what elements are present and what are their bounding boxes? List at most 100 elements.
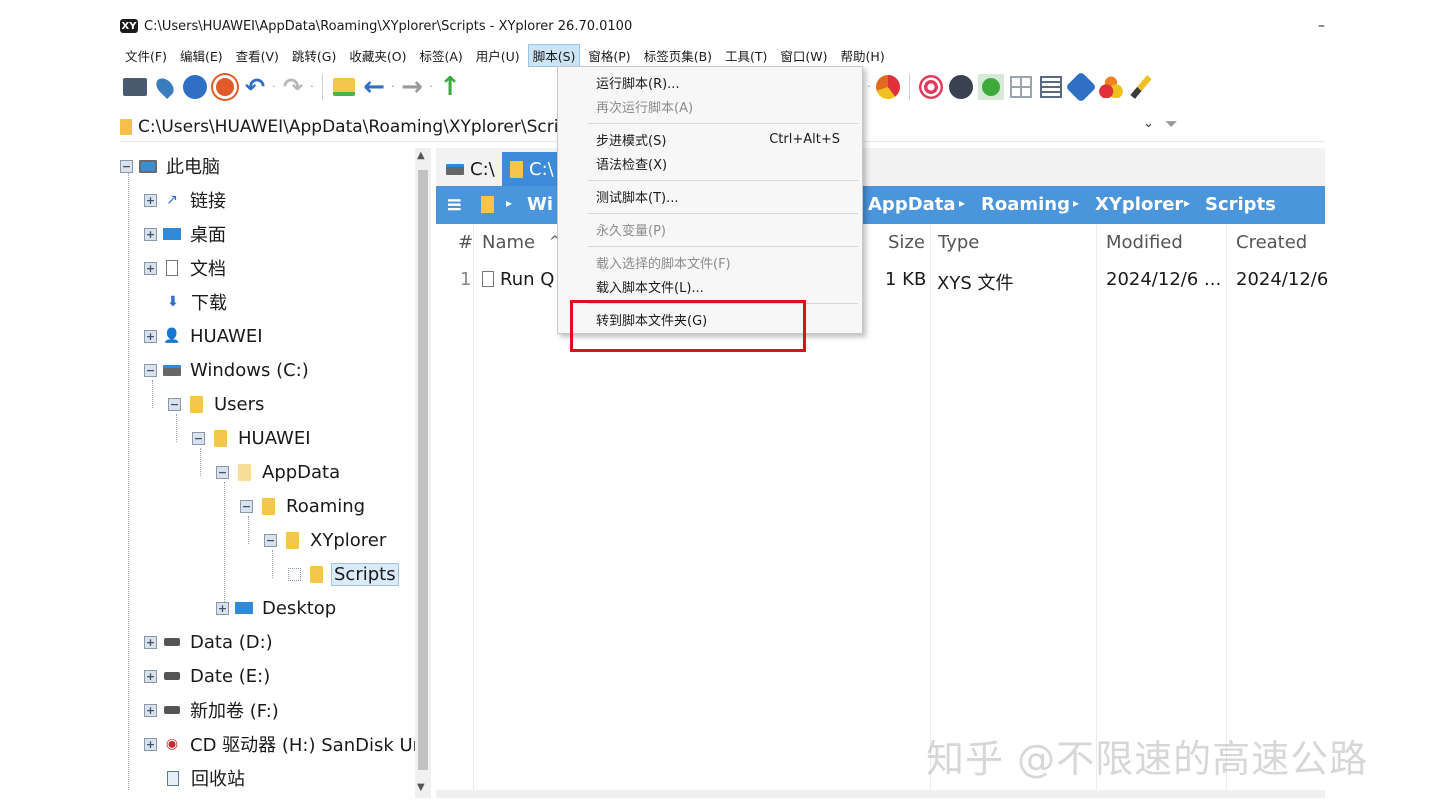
expand-icon[interactable]: + bbox=[144, 261, 157, 275]
column-type[interactable]: Type bbox=[938, 232, 979, 253]
expand-icon[interactable]: + bbox=[144, 669, 157, 683]
horizontal-scrollbar[interactable] bbox=[436, 790, 1325, 798]
chevron-down-icon[interactable]: ⌄ bbox=[1143, 116, 1154, 131]
details-view-icon[interactable] bbox=[1036, 72, 1066, 102]
tree-item-drive-f[interactable]: + 新加卷 (F:) bbox=[144, 696, 282, 724]
tree-item-links[interactable]: + ↗ 链接 bbox=[144, 186, 229, 214]
computer-icon[interactable] bbox=[120, 72, 150, 102]
location-pin-icon[interactable] bbox=[150, 72, 180, 102]
tree-item-xyplorer[interactable]: − XYplorer bbox=[264, 526, 389, 554]
tree-item-label[interactable]: 回收站 bbox=[188, 765, 248, 791]
tree-icon[interactable] bbox=[976, 72, 1006, 102]
tree-item-label[interactable]: 新加卷 (F:) bbox=[187, 697, 282, 723]
tree-item-label-selected[interactable]: Scripts bbox=[331, 562, 399, 586]
menu-go[interactable]: 跳转(G) bbox=[287, 44, 341, 67]
column-name[interactable]: Name bbox=[482, 232, 535, 253]
menu-user[interactable]: 用户(U) bbox=[471, 44, 525, 67]
collapse-icon[interactable]: − bbox=[264, 533, 277, 547]
tree-item-label[interactable]: 此电脑 bbox=[163, 153, 223, 179]
tree-item-label[interactable]: XYplorer bbox=[307, 530, 389, 551]
grid-view-icon[interactable] bbox=[1006, 72, 1036, 102]
tree-item-label[interactable]: Date (E:) bbox=[187, 666, 273, 687]
menu-item-run-script[interactable]: 运行脚本(R)... bbox=[596, 72, 856, 92]
tree-item-label[interactable]: 链接 bbox=[187, 187, 229, 213]
column-index[interactable]: # bbox=[458, 232, 473, 253]
dark-mode-icon[interactable] bbox=[946, 72, 976, 102]
minimize-button[interactable]: – bbox=[1309, 18, 1325, 34]
tree-item-roaming[interactable]: − Roaming bbox=[240, 492, 368, 520]
filter-icon[interactable]: ⏷ bbox=[1165, 114, 1178, 134]
tree-item-drive-h[interactable]: + ◉ CD 驱动器 (H:) SanDisk Ur bbox=[144, 730, 415, 758]
tree-item-label[interactable]: 下载 bbox=[188, 289, 230, 315]
undo-icon[interactable]: ↶ bbox=[240, 72, 270, 102]
redo-dropdown-icon[interactable]: · bbox=[308, 82, 316, 93]
collapse-icon[interactable]: − bbox=[168, 397, 181, 411]
breadcrumb-item[interactable]: Scripts bbox=[1205, 194, 1276, 215]
forward-dropdown-icon[interactable]: · bbox=[427, 82, 435, 93]
tree-item-user-huawei[interactable]: + 👤 HUAWEI bbox=[144, 322, 266, 350]
tree-item-desktop[interactable]: + 桌面 bbox=[144, 220, 229, 248]
menu-help[interactable]: 帮助(H) bbox=[836, 44, 890, 67]
menu-item-load-script-file[interactable]: 载入脚本文件(L)... bbox=[596, 276, 856, 296]
collapse-icon[interactable]: − bbox=[216, 465, 229, 479]
tree-item-documents[interactable]: + 文档 bbox=[144, 254, 229, 282]
undo-dropdown-icon[interactable]: · bbox=[270, 82, 278, 93]
tab-current[interactable]: C:\ bbox=[502, 152, 562, 186]
history-circle-icon[interactable] bbox=[210, 72, 240, 102]
collapse-icon[interactable]: − bbox=[240, 499, 253, 513]
menu-scripting[interactable]: 脚本(S) bbox=[527, 43, 581, 67]
search-circle-icon[interactable] bbox=[180, 72, 210, 102]
collapse-icon[interactable]: − bbox=[144, 363, 157, 377]
collapse-icon[interactable]: − bbox=[192, 431, 205, 445]
tree-item-label[interactable]: 桌面 bbox=[187, 221, 229, 247]
scroll-thumb[interactable] bbox=[418, 170, 428, 770]
address-path[interactable]: C:\Users\HUAWEI\AppData\Roaming\XYplorer… bbox=[138, 117, 578, 137]
menu-item-step-mode[interactable]: 步进模式(S) Ctrl+Alt+S bbox=[596, 129, 856, 149]
forward-arrow-icon[interactable]: → bbox=[397, 72, 427, 102]
redo-icon[interactable]: ↷ bbox=[278, 72, 308, 102]
breadcrumb-item[interactable]: AppData bbox=[868, 194, 956, 215]
tree-item-appdata[interactable]: − AppData bbox=[216, 458, 343, 486]
expand-icon[interactable]: + bbox=[144, 227, 157, 241]
color-balls-icon[interactable] bbox=[1096, 72, 1126, 102]
tree-item-label[interactable]: HUAWEI bbox=[235, 428, 314, 449]
expand-icon[interactable]: + bbox=[216, 601, 229, 615]
spiral-icon[interactable] bbox=[916, 72, 946, 102]
tree-item-label[interactable]: AppData bbox=[259, 462, 343, 483]
tree-item-huawei-folder[interactable]: − HUAWEI bbox=[192, 424, 314, 452]
hamburger-menu-icon[interactable]: ≡ bbox=[446, 192, 463, 216]
column-created[interactable]: Created bbox=[1236, 232, 1307, 253]
color-filter-icon[interactable] bbox=[873, 72, 903, 102]
column-modified[interactable]: Modified bbox=[1106, 232, 1183, 253]
brush-icon[interactable] bbox=[1126, 72, 1156, 102]
tree-item-desktop-folder[interactable]: + Desktop bbox=[216, 594, 339, 622]
tree-item-label[interactable]: Roaming bbox=[283, 496, 368, 517]
tree-item-label[interactable]: Users bbox=[211, 394, 267, 415]
collapse-icon[interactable]: − bbox=[120, 159, 133, 173]
menu-edit[interactable]: 编辑(E) bbox=[175, 44, 228, 67]
expand-icon[interactable]: + bbox=[144, 193, 157, 207]
menu-panes[interactable]: 窗格(P) bbox=[583, 44, 635, 67]
filter-dropdown-icon[interactable]: · bbox=[865, 82, 873, 93]
tree-item-label[interactable]: Data (D:) bbox=[187, 632, 276, 653]
scroll-up-icon[interactable]: ▲ bbox=[417, 150, 425, 161]
menu-tabsets[interactable]: 标签页集(B) bbox=[639, 44, 717, 67]
expand-icon[interactable]: + bbox=[144, 635, 157, 649]
new-folder-icon[interactable] bbox=[329, 72, 359, 102]
breadcrumb-item[interactable]: XYplorer bbox=[1095, 194, 1183, 215]
expand-icon[interactable]: + bbox=[144, 703, 157, 717]
tree-item-drive-e[interactable]: + Date (E:) bbox=[144, 662, 273, 690]
menu-tools[interactable]: 工具(T) bbox=[720, 44, 772, 67]
tree-item-users[interactable]: − Users bbox=[168, 390, 267, 418]
menu-favorites[interactable]: 收藏夹(O) bbox=[344, 44, 411, 67]
tree-scrollbar[interactable]: ▲ ▼ bbox=[415, 148, 431, 798]
tree-item-label[interactable]: CD 驱动器 (H:) SanDisk Ur bbox=[187, 731, 415, 757]
file-name-cell[interactable]: Run Q bbox=[482, 269, 554, 290]
tree-item-label[interactable]: 文档 bbox=[187, 255, 229, 281]
up-arrow-icon[interactable]: ↑ bbox=[435, 72, 465, 102]
breadcrumb-item[interactable]: Wi bbox=[527, 194, 553, 215]
tree-item-label[interactable]: HUAWEI bbox=[187, 326, 266, 347]
tab-drive-c[interactable]: C:\ bbox=[438, 152, 503, 186]
menu-item-test-script[interactable]: 测试脚本(T)... bbox=[596, 186, 856, 206]
menu-window[interactable]: 窗口(W) bbox=[775, 44, 832, 67]
